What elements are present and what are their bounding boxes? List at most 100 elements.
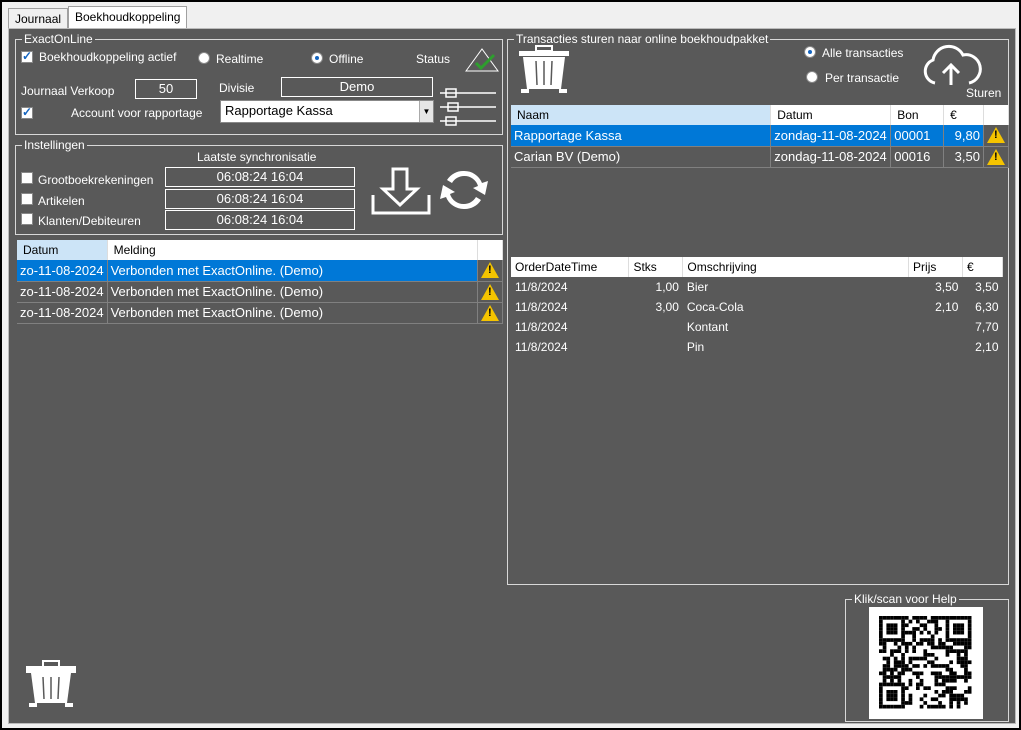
sturen-label[interactable]: Sturen — [966, 86, 1001, 100]
tx-datum: zondag-11-08-2024 — [770, 146, 892, 168]
log-melding: Verbonden met ExactOnline. (Demo) — [107, 260, 479, 282]
order-col-prijs[interactable]: Prijs — [908, 257, 963, 277]
order-bedrag: 7,70 — [975, 320, 999, 334]
list-item[interactable]: 11/8/2024 1,00 Bier 3,50 3,50 — [511, 277, 1003, 297]
sliders-icon[interactable] — [438, 85, 498, 131]
order-stks — [629, 337, 683, 357]
artikelen-label: Artikelen — [38, 194, 85, 208]
tx-bedrag: 9,80 — [943, 125, 984, 147]
order-date: 11/8/2024 — [515, 320, 568, 334]
tx-bedrag: 3,50 — [943, 146, 984, 168]
alle-label: Alle transacties — [822, 46, 904, 60]
realtime-radio[interactable] — [198, 52, 210, 64]
order-prijs: 3,50 — [935, 280, 959, 294]
trash-icon[interactable] — [23, 657, 79, 709]
transacties-table: Naam Datum Bon € Rapportage Kassa zondag… — [511, 105, 1010, 168]
divisie-field[interactable]: Demo — [281, 77, 433, 97]
alle-radio[interactable] — [804, 46, 816, 58]
order-omschr: Pin — [686, 340, 705, 354]
active-checkbox[interactable] — [21, 49, 33, 63]
log-col-melding[interactable]: Melding — [107, 240, 479, 260]
order-bedrag: 6,30 — [975, 300, 999, 314]
qr-code-image — [879, 616, 972, 709]
order-col-stks[interactable]: Stks — [628, 257, 684, 277]
grootboek-sync: 06:08:24 16:04 — [165, 167, 355, 187]
order-prijs — [909, 317, 963, 337]
realtime-label: Realtime — [216, 52, 264, 66]
tx-col-icon — [983, 105, 1010, 125]
log-datum: zo-11-08-2024 — [17, 281, 108, 303]
main-pane: ExactOnLine Boekhoudkoppeling actief Rea… — [8, 28, 1016, 724]
list-item[interactable]: 11/8/2024 Kontant 7,70 — [511, 317, 1003, 337]
offline-radio[interactable] — [311, 52, 323, 64]
help-legend: Klik/scan voor Help — [854, 592, 957, 606]
order-prijs — [909, 337, 963, 357]
tab-boekhoudkoppeling[interactable]: Boekhoudkoppeling — [68, 6, 188, 29]
account-combo[interactable]: Rapportage Kassa ▼ — [220, 100, 434, 123]
artikelen-checkbox[interactable] — [21, 193, 33, 205]
log-row[interactable]: zo-11-08-2024 Verbonden met ExactOnline.… — [17, 302, 503, 324]
order-col-datetime[interactable]: OrderDateTime — [511, 257, 630, 277]
order-stks — [629, 317, 683, 337]
grootboek-checkbox[interactable] — [21, 172, 33, 184]
sync-header: Laatste synchronisatie — [197, 150, 317, 164]
log-table: Datum Melding zo-11-08-2024 Verbonden me… — [17, 240, 503, 324]
journaal-field[interactable]: 50 — [135, 79, 197, 99]
order-bedrag: 2,10 — [975, 340, 999, 354]
chevron-down-icon[interactable]: ▼ — [419, 101, 433, 122]
sync-icon[interactable] — [435, 165, 493, 215]
journaal-label: Journaal Verkoop — [21, 84, 115, 98]
tx-bon: 00016 — [890, 146, 945, 168]
log-datum: zo-11-08-2024 — [17, 260, 108, 282]
table-row[interactable]: Carian BV (Demo) zondag-11-08-2024 00016… — [511, 146, 1010, 168]
list-item[interactable]: 11/8/2024 3,00 Coca-Cola 2,10 6,30 — [511, 297, 1003, 317]
qr-code[interactable] — [869, 607, 983, 719]
account-combo-value: Rapportage Kassa — [225, 103, 333, 118]
order-stks: 3,00 — [655, 300, 679, 314]
per-radio[interactable] — [806, 71, 818, 83]
artikelen-sync: 06:08:24 16:04 — [165, 189, 355, 209]
log-row[interactable]: zo-11-08-2024 Verbonden met ExactOnline.… — [17, 260, 503, 282]
tx-col-naam[interactable]: Naam — [511, 105, 772, 125]
klanten-label: Klanten/Debiteuren — [38, 214, 141, 228]
account-label: Account voor rapportage — [71, 106, 203, 120]
order-bedrag: 3,50 — [975, 280, 999, 294]
order-date: 11/8/2024 — [515, 340, 568, 354]
exactonline-legend: ExactOnLine — [24, 32, 93, 46]
account-checkbox[interactable] — [21, 105, 33, 119]
cloud-upload-icon[interactable] — [919, 43, 983, 89]
tx-naam: Rapportage Kassa — [511, 125, 772, 147]
order-col-bedrag[interactable]: € — [962, 257, 1004, 277]
list-item[interactable]: 11/8/2024 Pin 2,10 — [511, 337, 1003, 357]
order-col-omschrijving[interactable]: Omschrijving — [682, 257, 910, 277]
order-omschr: Bier — [686, 280, 709, 294]
download-icon[interactable] — [371, 167, 433, 215]
warning-icon — [477, 281, 503, 303]
trash-icon[interactable] — [515, 45, 573, 95]
tx-col-bedrag[interactable]: € — [943, 105, 984, 125]
tx-datum: zondag-11-08-2024 — [770, 125, 892, 147]
order-prijs: 2,10 — [935, 300, 959, 314]
divisie-label: Divisie — [219, 81, 255, 95]
tx-naam: Carian BV (Demo) — [511, 146, 772, 168]
tab-journaal[interactable]: Journaal — [8, 8, 69, 28]
status-label: Status — [416, 52, 451, 66]
log-melding: Verbonden met ExactOnline. (Demo) — [107, 281, 479, 303]
instellingen-legend: Instellingen — [24, 138, 85, 152]
orders-table: OrderDateTime Stks Omschrijving Prijs € … — [511, 257, 1004, 357]
table-row[interactable]: Rapportage Kassa zondag-11-08-2024 00001… — [511, 125, 1010, 147]
log-row[interactable]: zo-11-08-2024 Verbonden met ExactOnline.… — [17, 281, 503, 303]
order-stks: 1,00 — [655, 280, 679, 294]
order-omschr: Kontant — [686, 320, 729, 334]
order-date: 11/8/2024 — [515, 300, 568, 314]
warning-icon — [477, 302, 503, 324]
log-melding: Verbonden met ExactOnline. (Demo) — [107, 302, 479, 324]
grootboek-label: Grootboekrekeningen — [38, 173, 154, 187]
order-date: 11/8/2024 — [515, 280, 568, 294]
warning-icon — [983, 146, 1010, 168]
log-col-datum[interactable]: Datum — [17, 240, 108, 260]
klanten-checkbox[interactable] — [21, 213, 33, 225]
tx-col-bon[interactable]: Bon — [890, 105, 945, 125]
log-datum: zo-11-08-2024 — [17, 302, 108, 324]
tx-col-datum[interactable]: Datum — [770, 105, 892, 125]
